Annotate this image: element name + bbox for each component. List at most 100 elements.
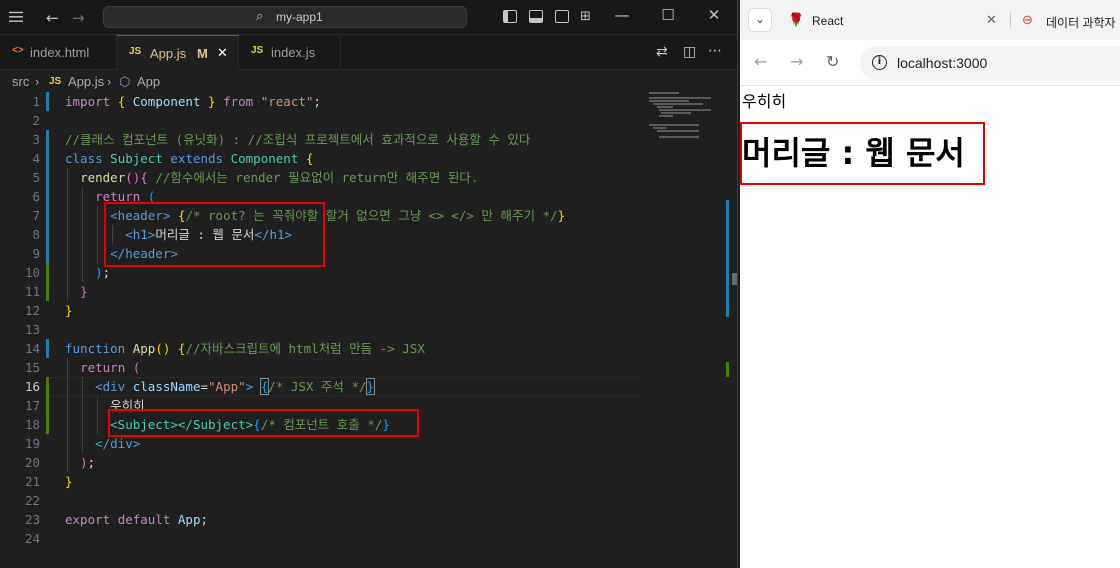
browser-tab-label: 데이터 과학자 (1046, 16, 1116, 30)
code-line-20: ); (80, 455, 96, 470)
git-modified-indicator (46, 339, 49, 358)
command-center-search[interactable]: ⌕ my-app1 (103, 6, 467, 28)
editor-tab-bar: <> index.html JS App.js M ✕ JS index.js … (0, 35, 738, 70)
title-bar: ← → ⌕ my-app1 ⊞ — ☐ ✕ (0, 0, 738, 35)
highlight-box-header (104, 202, 325, 267)
line-number: 18 (24, 417, 40, 432)
line-number: 6 (32, 189, 40, 204)
window-divider (737, 0, 738, 568)
browser-tab-strip: ⌄ 🌹 React ✕ ⊖ 데이터 과학자 (740, 0, 1120, 40)
line-number: 11 (24, 284, 40, 299)
line-number: 1 (32, 94, 40, 109)
code-line-5: render(){ //함수에서는 render 필요없이 return만 해주… (80, 170, 479, 185)
tab-index-js[interactable]: JS index.js (239, 35, 341, 70)
maximize-icon[interactable]: ☐ (658, 6, 678, 24)
browser-tab-data-scientist[interactable]: ⊖ 데이터 과학자 (1022, 6, 1120, 36)
code-line-15: return ( (80, 360, 141, 375)
code-editor[interactable]: 1 2 3 4 5 6 7 8 9 10 11 12 13 14 15 16 1… (0, 92, 738, 568)
browser-window: ⌄ 🌹 React ✕ ⊖ 데이터 과학자 ← → ↻ i localhost:… (740, 0, 1120, 568)
toggle-panel-icon[interactable] (529, 10, 543, 23)
site-info-icon[interactable]: i (872, 55, 887, 70)
page-text: 우히히 (742, 92, 787, 111)
line-number: 9 (32, 246, 40, 261)
address-bar[interactable]: i localhost:3000 (860, 46, 1120, 80)
tab-label: index.html (30, 45, 90, 60)
forward-icon[interactable]: → (790, 52, 803, 71)
git-added-indicator (46, 263, 49, 301)
line-number: 17 (24, 398, 40, 413)
html-file-icon: <> (12, 45, 24, 56)
code-line-12: } (65, 303, 73, 318)
close-tab-icon[interactable]: ✕ (217, 45, 228, 61)
browser-tab-react[interactable]: 🌹 React ✕ (788, 6, 1000, 36)
highlight-box-subject (108, 409, 419, 437)
tab-search-button[interactable]: ⌄ (748, 8, 772, 32)
line-number: 15 (24, 360, 40, 375)
chevron-right-icon: › (107, 74, 112, 89)
git-modified-indicator (46, 130, 49, 263)
git-added-indicator (46, 377, 49, 434)
line-number: 14 (24, 341, 40, 356)
line-number: 19 (24, 436, 40, 451)
red-circle-favicon-icon: ⊖ (1022, 12, 1033, 27)
modified-badge: M (197, 46, 208, 61)
js-file-icon: JS (251, 45, 264, 56)
line-number: 8 (32, 227, 40, 242)
chevron-right-icon: › (35, 74, 40, 89)
page-content: 우히히 머리글 : 웹 문서 (740, 86, 1120, 568)
breadcrumb: src › JS App.js › ⬡ App (0, 71, 738, 93)
tab-index-html[interactable]: <> index.html (0, 35, 117, 70)
search-icon: ⌕ (256, 9, 264, 24)
js-file-icon: JS (129, 46, 142, 57)
compare-changes-icon[interactable]: ⇄ (656, 44, 668, 60)
git-modified-indicator (46, 92, 49, 111)
line-number: 23 (24, 512, 40, 527)
window-title: my-app1 (276, 10, 323, 24)
symbol-class-icon: ⬡ (119, 74, 131, 89)
line-number: 10 (24, 265, 40, 280)
line-number: 12 (24, 303, 40, 318)
customize-layout-icon[interactable]: ⊞ (580, 9, 591, 24)
toggle-sidebar-icon[interactable] (503, 10, 517, 23)
tab-label: App.js (150, 46, 187, 61)
browser-toolbar: ← → ↻ i localhost:3000 (740, 40, 1120, 86)
line-number: 3 (32, 132, 40, 147)
line-number: 4 (32, 151, 40, 166)
code-line-14: function App() {//자바스크립트에 html처럼 만듬 -> J… (65, 341, 425, 356)
tab-app-js[interactable]: JS App.js M ✕ (117, 35, 239, 70)
tab-label: index.js (271, 45, 316, 60)
breadcrumb-folder[interactable]: src (12, 74, 29, 89)
close-window-icon[interactable]: ✕ (704, 6, 724, 24)
js-file-icon: JS (49, 76, 62, 87)
back-arrow-icon[interactable]: ← (46, 9, 59, 27)
code-line-11: } (80, 284, 88, 299)
vscode-logo-icon (9, 11, 23, 22)
browser-tab-label: React (812, 14, 844, 28)
reload-icon[interactable]: ↻ (826, 52, 839, 71)
code-line-1: import { Component } from "react"; (65, 94, 321, 109)
vscode-window: ← → ⌕ my-app1 ⊞ — ☐ ✕ <> index.html JS A… (0, 0, 738, 568)
line-number: 7 (32, 208, 40, 223)
line-number: 16 (24, 379, 40, 394)
line-number: 20 (24, 455, 40, 470)
forward-arrow-icon[interactable]: → (72, 9, 85, 27)
minimap[interactable] (645, 92, 725, 152)
toggle-secondary-sidebar-icon[interactable] (555, 10, 569, 23)
breadcrumb-file[interactable]: App.js (68, 74, 104, 89)
code-line-16: <div className="App"> {/* JSX 주석 */} (95, 378, 375, 395)
line-number: 24 (24, 531, 40, 546)
close-tab-icon[interactable]: ✕ (986, 12, 997, 28)
more-actions-icon[interactable]: ⋯ (708, 43, 722, 59)
code-line-23: export default App; (65, 512, 209, 527)
line-number: 2 (32, 113, 40, 128)
minimize-icon[interactable]: — (612, 6, 632, 24)
code-line-21: } (65, 474, 73, 489)
back-icon[interactable]: ← (754, 52, 767, 71)
line-number: 13 (24, 322, 40, 337)
line-number: 22 (24, 493, 40, 508)
line-number: 5 (32, 170, 40, 185)
split-editor-icon[interactable]: ◫ (683, 44, 696, 60)
breadcrumb-symbol[interactable]: App (137, 74, 160, 89)
code-line-4: class Subject extends Component { (65, 151, 314, 166)
url-text[interactable]: localhost:3000 (897, 55, 987, 71)
